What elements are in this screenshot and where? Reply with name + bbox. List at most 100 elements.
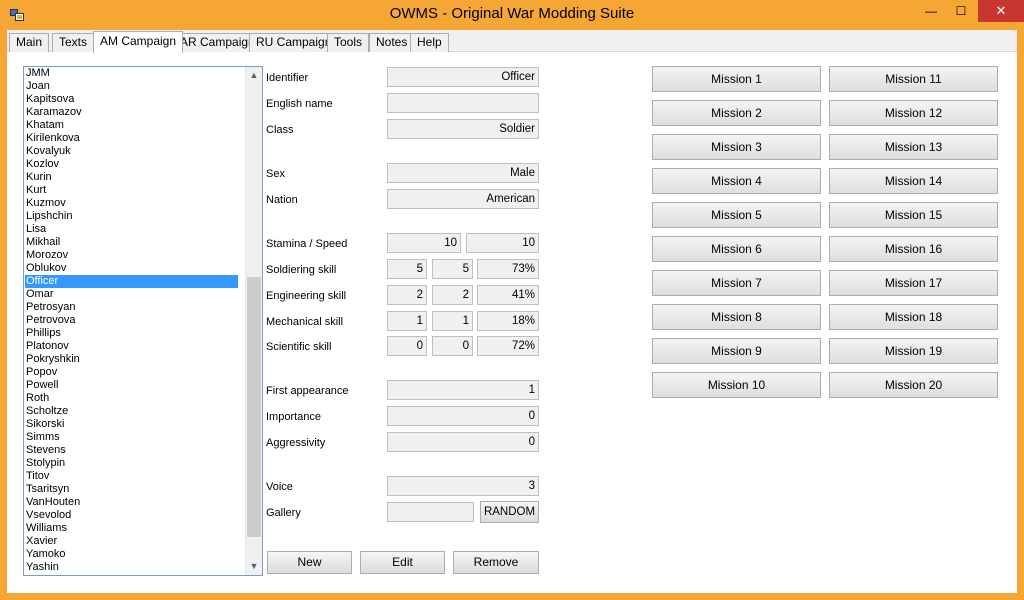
minimize-button[interactable]: — <box>914 0 948 22</box>
list-item[interactable]: Kurt <box>25 184 238 197</box>
list-item[interactable]: Joan <box>25 80 238 93</box>
close-button[interactable]: ✕ <box>978 0 1024 22</box>
voice-field[interactable]: 3 <box>387 476 539 496</box>
list-item[interactable]: Vsevolod <box>25 509 238 522</box>
mission-15-button[interactable]: Mission 15 <box>829 202 998 228</box>
mechanical-field-b[interactable]: 1 <box>432 311 473 331</box>
list-item[interactable]: Kurin <box>25 171 238 184</box>
scroll-up-icon[interactable]: ▲ <box>246 67 262 84</box>
character-listbox[interactable]: JMM Joan Kapitsova Karamazov Khatam Kirilenko… <box>23 66 263 576</box>
mission-19-button[interactable]: Mission 19 <box>829 338 998 364</box>
mission-4-button[interactable]: Mission 4 <box>652 168 821 194</box>
mechanical-percent[interactable]: 18% <box>477 311 539 331</box>
list-item[interactable]: Kozlov <box>25 158 238 171</box>
list-item[interactable]: Kovalyuk <box>25 145 238 158</box>
speed-field[interactable]: 10 <box>466 233 539 253</box>
list-item[interactable]: VanHouten <box>25 496 238 509</box>
list-item[interactable]: Kapitsova <box>25 93 238 106</box>
tab-main[interactable]: Main <box>9 33 50 52</box>
list-item[interactable]: Popov <box>25 366 238 379</box>
mission-20-button[interactable]: Mission 20 <box>829 372 998 398</box>
list-item[interactable]: Mikhail <box>25 236 238 249</box>
tab-notes[interactable]: Notes <box>369 33 415 52</box>
list-item[interactable]: Lipshchin <box>25 210 238 223</box>
mission-10-button[interactable]: Mission 10 <box>652 372 821 398</box>
tab-am-campaign[interactable]: AM Campaign <box>93 31 184 53</box>
list-item[interactable]: Simms <box>25 431 238 444</box>
scientific-field-b[interactable]: 0 <box>432 336 473 356</box>
scientific-field-a[interactable]: 0 <box>387 336 427 356</box>
mission-7-button[interactable]: Mission 7 <box>652 270 821 296</box>
tab-texts[interactable]: Texts <box>52 33 95 52</box>
list-item[interactable]: Lisa <box>25 223 238 236</box>
edit-button[interactable]: Edit <box>360 551 445 574</box>
list-item[interactable]: Officer <box>25 275 238 288</box>
mission-1-button[interactable]: Mission 1 <box>652 66 821 92</box>
mission-5-button[interactable]: Mission 5 <box>652 202 821 228</box>
engineering-percent[interactable]: 41% <box>477 285 539 305</box>
remove-button[interactable]: Remove <box>453 551 539 574</box>
scientific-percent[interactable]: 72% <box>477 336 539 356</box>
mission-3-button[interactable]: Mission 3 <box>652 134 821 160</box>
list-item[interactable]: Tsaritsyn <box>25 483 238 496</box>
title-bar[interactable]: OWMS - Original War Modding Suite — ☐ ✕ <box>0 0 1024 30</box>
new-button[interactable]: New <box>267 551 352 574</box>
tab-help[interactable]: Help <box>410 33 449 52</box>
list-item[interactable]: Xavier <box>25 535 238 548</box>
list-item[interactable]: Yashin <box>25 561 238 574</box>
list-item[interactable]: Oblukov <box>25 262 238 275</box>
list-item[interactable]: Kuzmov <box>25 197 238 210</box>
list-item[interactable]: Petrosyan <box>25 301 238 314</box>
list-item[interactable]: Titov <box>25 470 238 483</box>
scroll-thumb[interactable] <box>247 277 261 537</box>
mission-14-button[interactable]: Mission 14 <box>829 168 998 194</box>
list-item[interactable]: Platonov <box>25 340 238 353</box>
mission-6-button[interactable]: Mission 6 <box>652 236 821 262</box>
stamina-field[interactable]: 10 <box>387 233 461 253</box>
list-item[interactable]: Karamazov <box>25 106 238 119</box>
soldiering-field-a[interactable]: 5 <box>387 259 427 279</box>
engineering-field-b[interactable]: 2 <box>432 285 473 305</box>
mission-17-button[interactable]: Mission 17 <box>829 270 998 296</box>
list-item[interactable]: Kirilenkova <box>25 132 238 145</box>
identifier-field[interactable]: Officer <box>387 67 539 87</box>
first-appearance-field[interactable]: 1 <box>387 380 539 400</box>
engineering-field-a[interactable]: 2 <box>387 285 427 305</box>
mission-18-button[interactable]: Mission 18 <box>829 304 998 330</box>
mission-16-button[interactable]: Mission 16 <box>829 236 998 262</box>
list-item[interactable]: Roth <box>25 392 238 405</box>
nation-field[interactable]: American <box>387 189 539 209</box>
list-item[interactable]: Pokryshkin <box>25 353 238 366</box>
mission-9-button[interactable]: Mission 9 <box>652 338 821 364</box>
soldiering-field-b[interactable]: 5 <box>432 259 473 279</box>
scroll-down-icon[interactable]: ▼ <box>246 558 262 575</box>
sex-field[interactable]: Male <box>387 163 539 183</box>
mission-8-button[interactable]: Mission 8 <box>652 304 821 330</box>
list-item[interactable]: Yamoko <box>25 548 238 561</box>
list-item[interactable]: Stevens <box>25 444 238 457</box>
list-item[interactable]: JMM <box>25 67 238 80</box>
list-item[interactable]: Stolypin <box>25 457 238 470</box>
list-item[interactable]: Omar <box>25 288 238 301</box>
random-button[interactable]: RANDOM <box>480 501 539 523</box>
aggressivity-field[interactable]: 0 <box>387 432 539 452</box>
list-item[interactable]: Scholtze <box>25 405 238 418</box>
list-item[interactable]: Powell <box>25 379 238 392</box>
mechanical-field-a[interactable]: 1 <box>387 311 427 331</box>
gallery-field[interactable] <box>387 502 474 522</box>
tab-tools[interactable]: Tools <box>327 33 370 52</box>
soldiering-percent[interactable]: 73% <box>477 259 539 279</box>
list-item[interactable]: Phillips <box>25 327 238 340</box>
mission-2-button[interactable]: Mission 2 <box>652 100 821 126</box>
list-item[interactable]: Khatam <box>25 119 238 132</box>
english-name-field[interactable] <box>387 93 539 113</box>
maximize-button[interactable]: ☐ <box>944 0 978 22</box>
class-field[interactable]: Soldier <box>387 119 539 139</box>
mission-12-button[interactable]: Mission 12 <box>829 100 998 126</box>
list-scrollbar[interactable]: ▲ ▼ <box>245 67 262 575</box>
list-item[interactable]: Petrovova <box>25 314 238 327</box>
importance-field[interactable]: 0 <box>387 406 539 426</box>
list-item[interactable]: Williams <box>25 522 238 535</box>
tab-ru-campaign[interactable]: RU Campaign <box>249 33 339 52</box>
mission-11-button[interactable]: Mission 11 <box>829 66 998 92</box>
